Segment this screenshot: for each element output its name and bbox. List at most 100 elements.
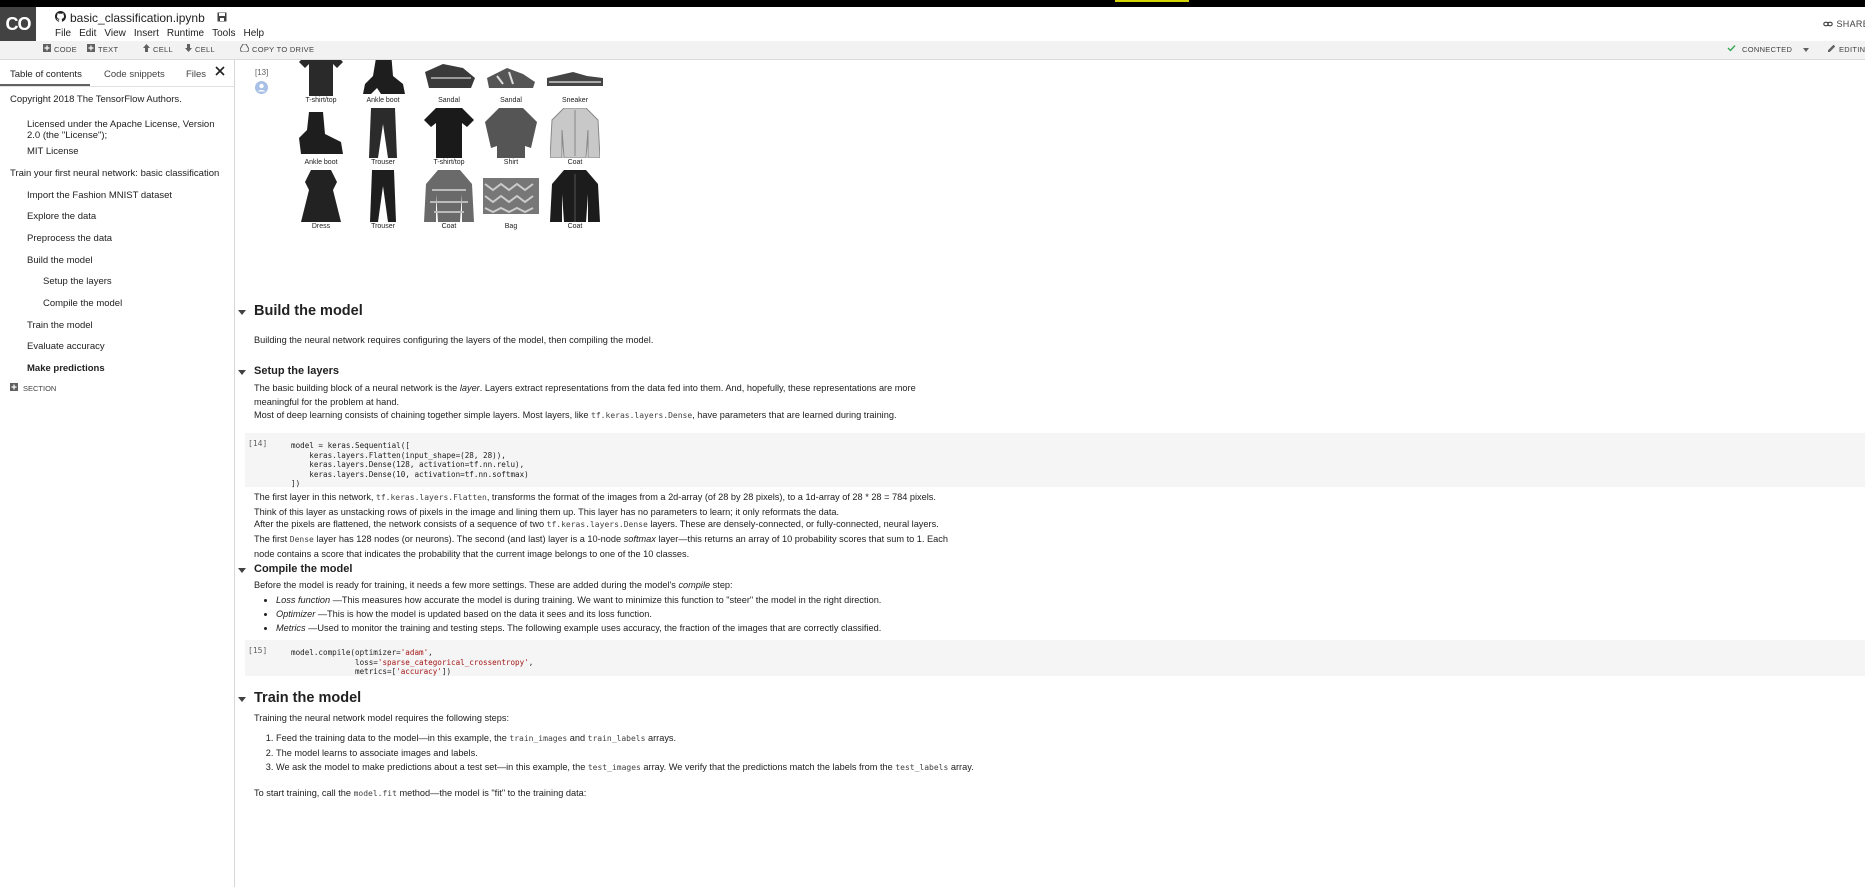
toc-item-make-predictions[interactable]: Make predictions [27, 363, 105, 374]
text-em: compile [678, 580, 711, 590]
collapse-caret-icon[interactable] [238, 370, 246, 375]
share-button[interactable]: SHARE [1823, 19, 1865, 29]
fashion-image-grid: T-shirt/top Ankle boot Sandal Sandal Sne… [290, 60, 725, 275]
toc-item-train-first-network[interactable]: Train your first neural network: basic c… [10, 168, 219, 179]
text-run: —This is how the model is updated based … [315, 609, 652, 619]
figure-ankle-boot: Ankle boot [290, 108, 352, 166]
sidebar-tabs: Table of contents Code snippets Files [0, 60, 234, 87]
save-icon[interactable] [217, 12, 227, 25]
add-code-label: CODE [54, 44, 77, 54]
text-run: array. We verify that the predictions ma… [640, 762, 896, 772]
code-string: 'adam' [400, 648, 429, 657]
cell-number: [13] [255, 68, 269, 77]
collapse-caret-icon[interactable] [238, 568, 246, 573]
checkmark-icon [1727, 44, 1736, 54]
plus-box-icon [10, 383, 18, 394]
tab-table-of-contents[interactable]: Table of contents [10, 69, 82, 80]
arrow-down-icon [185, 44, 192, 54]
text-run: After the pixels are flattened, the netw… [254, 519, 547, 529]
toc-item-evaluate-accuracy[interactable]: Evaluate accuracy [27, 341, 105, 352]
menu-tools[interactable]: Tools [212, 28, 235, 39]
share-label: SHARE [1836, 19, 1865, 29]
inline-code: test_labels [895, 763, 949, 772]
code-editor[interactable]: model = keras.Sequential([ keras.layers.… [291, 441, 529, 489]
text-em: Optimizer [276, 609, 316, 619]
code-editor[interactable]: model.compile(optimizer='adam', loss='sp… [291, 648, 533, 677]
top-strip-link[interactable] [1115, 0, 1189, 2]
cell-number: [14] [248, 439, 268, 448]
editing-mode[interactable]: EDITING [1828, 44, 1865, 54]
list-item: Feed the training data to the model—in t… [276, 731, 976, 746]
menu-runtime[interactable]: Runtime [167, 28, 204, 39]
figure-tshirt: T-shirt/top [290, 60, 352, 104]
add-text-label: TEXT [98, 44, 119, 54]
figure-label: Coat [567, 159, 583, 166]
inline-code: test_images [587, 763, 641, 772]
figure-coat: Coat [544, 108, 606, 166]
menu-view[interactable]: View [104, 28, 126, 39]
chevron-down-icon [1803, 45, 1810, 54]
figure-label: Ankle boot [366, 97, 400, 104]
output-user-icon[interactable] [255, 81, 268, 97]
title-row: basic_classification.ipynb [55, 11, 227, 25]
inline-code: train_labels [587, 734, 646, 743]
train-paragraph: Training the neural network model requir… [254, 713, 510, 723]
code-run: model.compile(optimizer= [291, 648, 401, 657]
notebook-title[interactable]: basic_classification.ipynb [70, 11, 205, 25]
copy-to-drive-button[interactable]: COPY TO DRIVE [239, 43, 314, 54]
menu-help[interactable]: Help [243, 28, 264, 39]
inline-code: tf.keras.layers.Dense [546, 520, 648, 529]
move-cell-down-button[interactable]: CELL [185, 44, 215, 54]
plus-box-icon [87, 44, 95, 54]
toc-item-import-dataset[interactable]: Import the Fashion MNIST dataset [27, 190, 172, 201]
text-run: step: [710, 580, 733, 590]
add-text-button[interactable]: TEXT [87, 44, 118, 54]
menu-bar: File Edit View Insert Runtime Tools Help [55, 28, 264, 39]
figure-label: Sneaker [561, 97, 589, 104]
menu-edit[interactable]: Edit [79, 28, 96, 39]
flatten-paragraph: The first layer in this network, tf.kera… [254, 490, 954, 519]
figure-label: T-shirt/top [305, 97, 337, 104]
sidebar: Table of contents Code snippets Files Co… [0, 60, 235, 887]
figure-coat: Coat [544, 170, 606, 230]
inline-code: model.fit [353, 789, 397, 798]
collapse-caret-icon[interactable] [238, 697, 246, 702]
figure-shirt: Shirt [480, 108, 542, 166]
toc-item-apache-license[interactable]: Licensed under the Apache License, Versi… [27, 119, 227, 141]
tab-code-snippets[interactable]: Code snippets [104, 69, 165, 80]
figure-trouser: Trouser [352, 170, 414, 230]
compile-settings-list: Loss function —This measures how accurat… [254, 593, 976, 635]
move-cell-up-button[interactable]: CELL [143, 44, 173, 54]
toc-item-compile-model[interactable]: Compile the model [43, 298, 122, 309]
code-cell-14[interactable]: [14] model = keras.Sequential([ keras.la… [245, 433, 1865, 489]
menu-file[interactable]: File [55, 28, 71, 39]
colab-logo[interactable]: CO [0, 7, 36, 41]
code-cell-15[interactable]: [15] model.compile(optimizer='adam', los… [245, 640, 1865, 676]
text-run: layer has 128 nodes (or neurons). The se… [313, 534, 624, 544]
toc-item-explore-data[interactable]: Explore the data [27, 211, 96, 222]
close-icon[interactable] [213, 64, 227, 78]
menu-insert[interactable]: Insert [134, 28, 159, 39]
toc-item-build-model[interactable]: Build the model [27, 255, 92, 266]
figure-label: Sandal [438, 97, 460, 104]
toc-item-preprocess-data[interactable]: Preprocess the data [27, 233, 112, 244]
toc-item-copyright[interactable]: Copyright 2018 The TensorFlow Authors. [10, 94, 182, 105]
add-section-button[interactable]: SECTION [10, 383, 56, 394]
inline-code: train_images [509, 734, 568, 743]
figure-label: Sandal [500, 97, 522, 104]
connected-status[interactable]: CONNECTED [1727, 44, 1810, 54]
active-tab-indicator [0, 84, 90, 86]
toc-item-train-model[interactable]: Train the model [27, 320, 93, 331]
text-run: —Used to monitor the training and testin… [305, 623, 882, 633]
notebook-main: [13] T-shirt/top Ankle boot Sandal Sanda… [235, 60, 1865, 887]
toc-item-mit-license[interactable]: MIT License [27, 146, 79, 157]
editing-label: EDITING [1839, 44, 1865, 54]
toc-item-setup-layers[interactable]: Setup the layers [43, 276, 112, 287]
add-code-button[interactable]: CODE [43, 44, 77, 54]
tab-files[interactable]: Files [186, 69, 206, 80]
app-header: CO basic_classification.ipynb File Edit … [0, 7, 1865, 41]
collapse-caret-icon[interactable] [238, 310, 246, 315]
text-em: Loss function [276, 595, 331, 605]
heading-build-model: Build the model [254, 303, 363, 319]
inline-code: tf.keras.layers.Dense [591, 411, 693, 420]
